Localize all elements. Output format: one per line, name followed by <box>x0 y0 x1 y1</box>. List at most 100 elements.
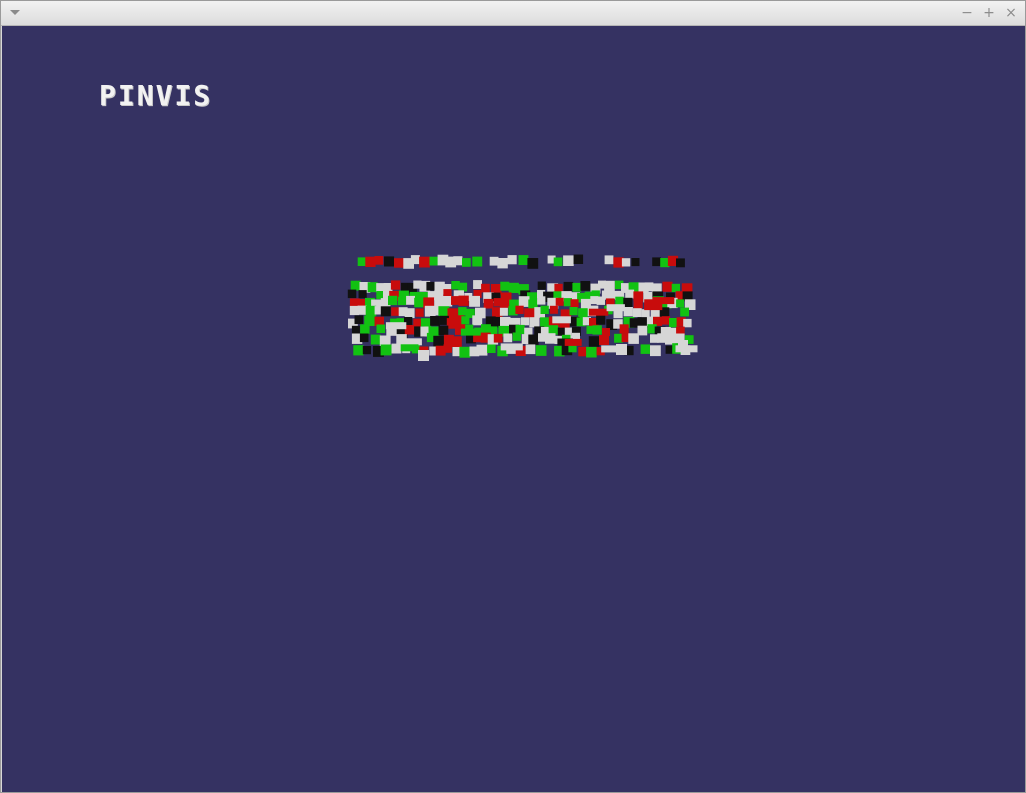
pin <box>357 257 367 266</box>
pin <box>525 344 536 355</box>
pin <box>499 307 508 316</box>
pin <box>414 297 424 308</box>
pin <box>472 315 483 326</box>
pin <box>500 298 510 308</box>
pin <box>619 324 629 334</box>
pin <box>573 254 584 264</box>
pin <box>473 280 482 289</box>
maximize-button[interactable]: + <box>981 5 997 21</box>
pin <box>644 303 663 311</box>
pin <box>545 333 556 344</box>
pin <box>521 317 529 326</box>
pin <box>671 283 680 293</box>
title-bar[interactable]: − + × <box>1 1 1025 26</box>
pin <box>458 307 467 316</box>
pin <box>527 258 539 269</box>
pin <box>390 280 401 290</box>
pin <box>429 256 439 266</box>
minimize-button[interactable]: − <box>959 5 975 21</box>
pin <box>588 308 609 316</box>
pin <box>563 255 574 266</box>
pin <box>426 281 436 291</box>
pin <box>358 290 367 299</box>
pin <box>641 309 650 318</box>
pin <box>404 308 415 319</box>
pin <box>503 333 513 343</box>
pin <box>462 258 471 267</box>
pin <box>453 256 463 266</box>
pin <box>596 315 606 325</box>
pin <box>537 281 546 290</box>
pin <box>535 345 547 356</box>
pin <box>388 295 398 306</box>
pin <box>650 345 661 357</box>
pin <box>508 282 519 293</box>
pin <box>483 298 494 309</box>
pin <box>570 299 579 308</box>
pin <box>661 316 671 325</box>
close-button[interactable]: × <box>1003 5 1019 21</box>
pin <box>443 344 452 353</box>
pin <box>353 345 364 356</box>
pin <box>637 325 648 336</box>
pin <box>652 297 675 305</box>
pin <box>592 325 602 335</box>
pin <box>512 332 521 341</box>
pin <box>507 255 517 265</box>
pin <box>458 295 469 306</box>
pin <box>623 307 633 317</box>
pin <box>487 344 496 353</box>
pin <box>683 318 692 328</box>
pin <box>441 296 453 307</box>
pin <box>370 334 381 345</box>
pin <box>676 258 685 268</box>
pin <box>549 305 558 314</box>
chevron-down-icon[interactable] <box>10 10 20 15</box>
pin <box>640 344 651 354</box>
pin <box>633 299 643 309</box>
pin <box>553 257 563 267</box>
pin <box>493 333 503 343</box>
pin <box>458 282 468 292</box>
pin <box>433 335 445 347</box>
pin <box>515 305 524 314</box>
pin <box>676 299 685 308</box>
pin <box>602 328 610 336</box>
pin <box>665 334 676 345</box>
pin <box>650 334 659 343</box>
pin <box>563 281 574 292</box>
pin <box>459 346 471 358</box>
pin <box>625 289 635 299</box>
pin <box>398 296 407 306</box>
app-window: − + × PINVIS <box>0 0 1026 793</box>
pin <box>362 346 371 355</box>
pin <box>578 308 588 318</box>
render-viewport[interactable]: PINVIS <box>2 26 1025 792</box>
pin <box>572 282 582 292</box>
pin <box>430 316 440 326</box>
pin <box>394 258 404 268</box>
pin <box>662 281 673 292</box>
pin <box>569 307 578 316</box>
pin-visualization[interactable] <box>2 26 1025 792</box>
pin <box>415 308 424 317</box>
pin <box>528 334 539 345</box>
pin <box>537 296 546 305</box>
pin <box>564 338 582 346</box>
pin <box>599 335 609 345</box>
pin <box>518 296 530 307</box>
pin <box>399 338 422 346</box>
pin <box>552 316 571 324</box>
pin <box>400 344 419 352</box>
pin <box>380 306 391 317</box>
pin <box>450 336 462 348</box>
pin <box>555 297 564 306</box>
pin <box>632 308 642 318</box>
pin <box>460 328 481 336</box>
pin <box>376 324 386 334</box>
pin <box>652 257 661 267</box>
pin <box>680 307 689 317</box>
pin <box>406 295 415 305</box>
pin <box>621 258 631 267</box>
pin <box>351 325 360 334</box>
